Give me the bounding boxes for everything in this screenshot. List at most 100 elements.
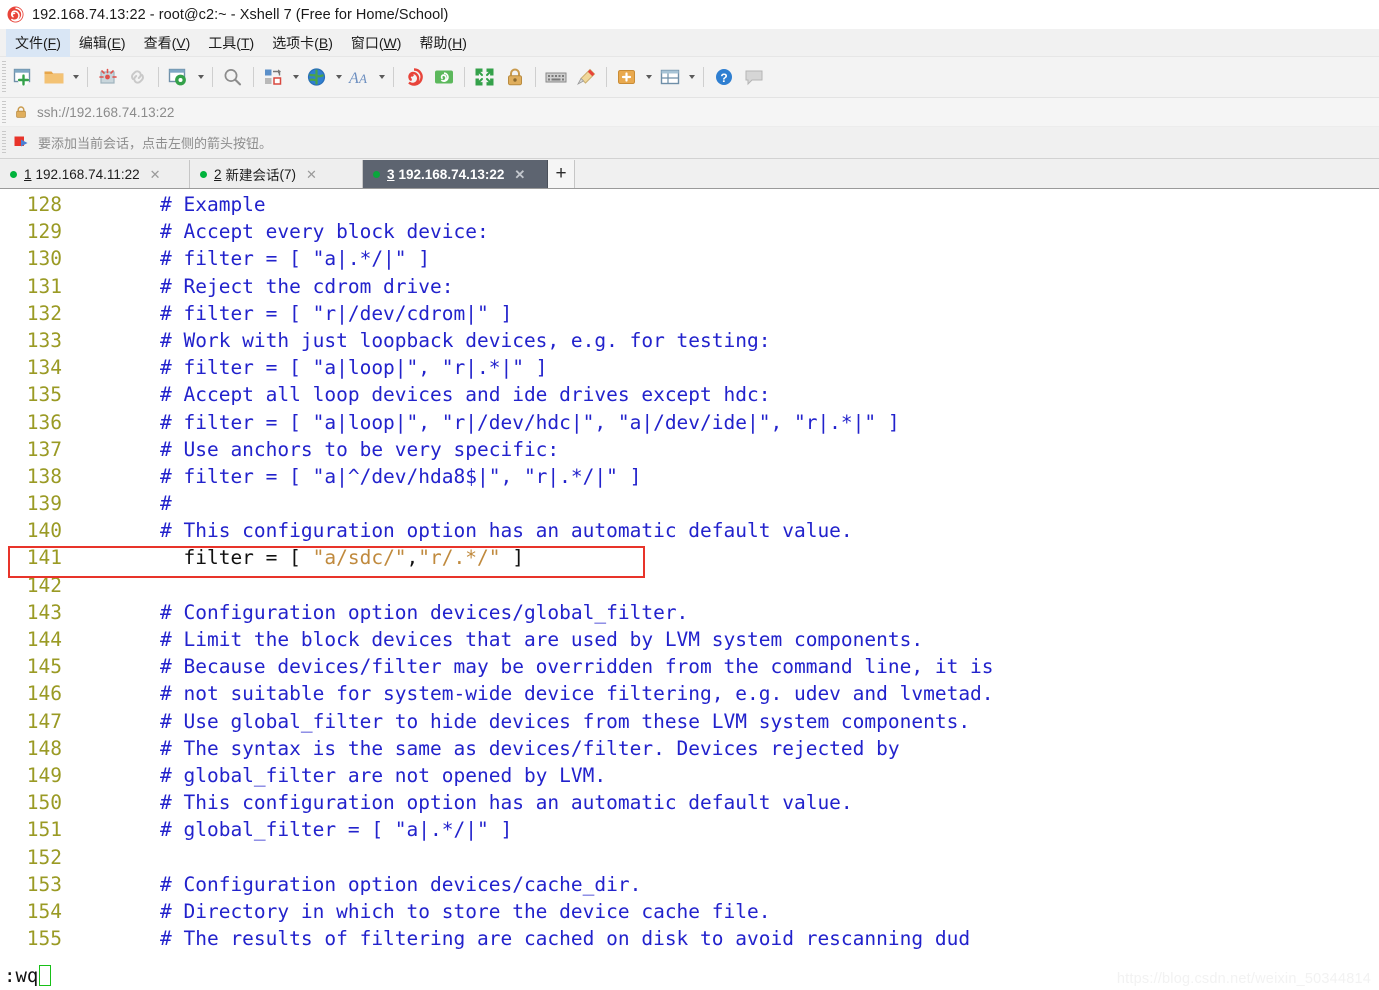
code-token-comment: # not suitable for system-wide device fi… — [160, 682, 994, 706]
open-folder-dropdown-caret-icon[interactable] — [69, 62, 82, 92]
vim-status-bar: :wq https://blog.csdn.net/weixin_5034481… — [0, 961, 1379, 990]
keyboard-icon[interactable] — [541, 62, 571, 92]
code-token-comment: # filter = [ "r|/dev/cdrom|" ] — [160, 301, 513, 325]
compose-bar-icon[interactable] — [612, 62, 642, 92]
line-content: # not suitable for system-wide device fi… — [62, 680, 994, 707]
line-content: # Limit the block devices that are used … — [62, 626, 923, 653]
watermark: https://blog.csdn.net/weixin_50344814 — [1116, 971, 1371, 987]
find-icon[interactable] — [218, 62, 248, 92]
terminal-line: 134 # filter = [ "a|loop|", "r|.*|" ] — [0, 354, 1379, 381]
noticebar-grip[interactable] — [2, 131, 6, 154]
tab-status-dot-icon — [10, 170, 17, 178]
highlight-pen-icon[interactable] — [571, 62, 601, 92]
line-number: 133 — [26, 328, 62, 352]
code-token-comment: # Example — [160, 193, 266, 216]
code-token-comment: # Limit the block devices that are used … — [160, 628, 924, 651]
transfer-file-icon[interactable] — [259, 62, 289, 92]
terminal-line: 152 — [0, 844, 1379, 871]
terminal-line: 151 # global_filter = [ "a|.*/|" ] — [0, 816, 1379, 843]
line-number: 153 — [26, 872, 62, 896]
menu-help[interactable]: 帮助(H) — [410, 29, 475, 57]
globe-icon[interactable] — [302, 62, 332, 92]
terminal-line: 130 # filter = [ "a|.*/|" ] — [0, 245, 1379, 272]
line-number: 149 — [26, 763, 62, 787]
terminal-line: 142 — [0, 572, 1379, 599]
line-content: # This configuration option has an autom… — [62, 789, 853, 816]
terminal-line: 150 # This configuration option has an au… — [0, 789, 1379, 816]
addressbar-grip[interactable] — [2, 101, 6, 123]
line-number: 135 — [26, 383, 62, 407]
new-session-icon[interactable] — [9, 62, 39, 92]
line-content: # Directory in which to store the device… — [62, 898, 770, 925]
line-content: # This configuration option has an autom… — [62, 517, 853, 544]
line-content: # global_filter = [ "a|.*/|" ] — [62, 816, 512, 843]
tab-2[interactable]: 2 新建会话 (7) ✕ — [190, 160, 363, 188]
toolbar-separator — [212, 67, 213, 87]
terminal-line: 140 # This configuration option has an au… — [0, 517, 1379, 544]
address-bar[interactable]: ssh://192.168.74.13:22 — [0, 98, 1379, 127]
layout-dropdown-caret-icon[interactable] — [685, 62, 698, 92]
line-number: 132 — [26, 301, 62, 325]
code-token-comment: # This configuration option has an autom… — [160, 519, 853, 543]
tab-close-icon[interactable]: ✕ — [514, 168, 525, 181]
terminal-line: 149 # global_filter are not opened by LVM… — [0, 762, 1379, 789]
open-folder-icon[interactable] — [39, 62, 69, 92]
line-number: 128 — [26, 193, 62, 216]
xshell-green-icon[interactable] — [429, 62, 459, 92]
menu-file[interactable]: 文件(F) — [6, 28, 70, 57]
terminal-screen[interactable]: 128 # Example 129 # Accept every block devi… — [0, 189, 1379, 961]
line-number: 143 — [26, 600, 62, 624]
session-properties-dropdown-caret-icon[interactable] — [194, 62, 207, 92]
layout-icon[interactable] — [655, 62, 685, 92]
font-size-icon[interactable]: A A — [345, 62, 375, 92]
xftp-icon[interactable] — [399, 62, 429, 92]
code-token-comment: # The results of filtering are cached on… — [160, 927, 971, 951]
code-token-comment: # Use global_filter to hide devices from… — [160, 709, 971, 733]
fullscreen-icon[interactable] — [470, 62, 500, 92]
font-size-dropdown-caret-icon[interactable] — [375, 62, 388, 92]
toolbar-grip[interactable] — [2, 61, 6, 93]
toolbar-separator — [393, 67, 394, 87]
code-token-plain: filter = [ — [160, 546, 313, 570]
tab-1[interactable]: 1 192.168.74.11:22 ✕ — [0, 160, 190, 188]
toolbar-separator — [158, 67, 159, 87]
svg-text:A: A — [348, 70, 359, 87]
xshell-logo-icon — [7, 6, 24, 23]
tab-close-icon[interactable]: ✕ — [306, 168, 317, 181]
line-content: filter = [ "a/sdc/","r/.*/" ] — [62, 544, 524, 571]
tab-close-icon[interactable]: ✕ — [150, 168, 161, 181]
disconnect-icon[interactable] — [93, 62, 123, 92]
line-number: 151 — [26, 818, 62, 842]
tab-bar: 1 192.168.74.11:22 ✕ 2 新建会话 (7) ✕ 3 192.… — [0, 159, 1379, 189]
terminal-line: 143 # Configuration option devices/global… — [0, 599, 1379, 626]
lock-icon[interactable] — [500, 62, 530, 92]
terminal-line: 131 # Reject the cdrom drive: — [0, 273, 1379, 300]
menu-edit[interactable]: 编辑(E) — [70, 29, 135, 57]
line-number: 138 — [26, 464, 62, 488]
compose-bar-dropdown-caret-icon[interactable] — [642, 62, 655, 92]
menu-view[interactable]: 查看(V) — [135, 29, 200, 57]
line-content: # — [62, 490, 172, 517]
address-input[interactable]: ssh://192.168.74.13:22 — [37, 105, 174, 120]
reconnect-link-icon[interactable] — [123, 62, 153, 92]
menu-window[interactable]: 窗口(W) — [342, 29, 411, 57]
terminal-line: 145 # Because devices/filter may be overr… — [0, 653, 1379, 680]
menu-tools[interactable]: 工具(T) — [199, 29, 263, 57]
line-number: 130 — [26, 247, 62, 271]
chat-icon[interactable] — [739, 62, 769, 92]
line-number: 150 — [26, 791, 62, 815]
transfer-file-dropdown-caret-icon[interactable] — [289, 62, 302, 92]
code-token-comment: # Configuration option devices/cache_dir… — [160, 872, 642, 896]
session-properties-icon[interactable] — [164, 62, 194, 92]
terminal-line: 141 filter = [ "a/sdc/","r/.*/" ] — [0, 544, 1379, 571]
line-content: # Use anchors to be very specific: — [62, 436, 559, 463]
code-token-comment: # filter = [ "a|.*/|" ] — [160, 247, 431, 271]
menu-tabs[interactable]: 选项卡(B) — [263, 29, 342, 57]
globe-dropdown-caret-icon[interactable] — [332, 62, 345, 92]
code-token-comment: # — [160, 492, 172, 516]
tab-3[interactable]: 3 192.168.74.13:22 ✕ — [363, 160, 548, 188]
help-icon[interactable]: ? — [709, 62, 739, 92]
terminal-cursor — [39, 965, 52, 986]
notice-bar: 要添加当前会话，点击左侧的箭头按钮。 — [0, 127, 1379, 159]
new-tab-button[interactable]: + — [548, 160, 575, 188]
